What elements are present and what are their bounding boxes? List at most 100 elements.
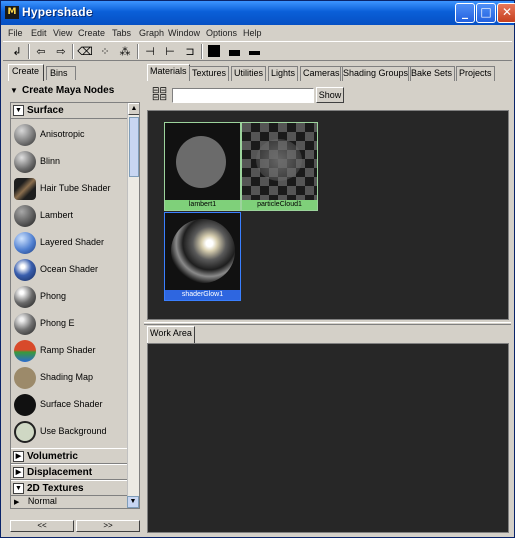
tab-lights[interactable]: Lights (268, 66, 299, 81)
tab-materials[interactable]: Materials (147, 64, 190, 81)
scroll-down-arrow-icon[interactable]: ▼ (127, 496, 139, 508)
collapse-icon: ▼ (13, 483, 24, 494)
pane-splitter[interactable] (144, 322, 511, 325)
hypershade-browser: Materials Textures Utilities Lights Came… (144, 64, 511, 534)
title-bar[interactable]: M Hypershade _ □ ✕ (1, 1, 515, 25)
corner-arrow-icon[interactable]: ↲ (9, 44, 25, 59)
arrow-right-icon[interactable]: ⇨ (53, 44, 69, 59)
expand-icon: ▶ (13, 451, 24, 462)
menu-bar: File Edit View Create Tabs Graph Window … (1, 25, 514, 41)
work-area-tabs: Work Area (144, 326, 511, 343)
small-swatch-icon[interactable] (246, 44, 262, 59)
filter-input[interactable] (172, 88, 314, 103)
tab-bins[interactable]: Bins (46, 66, 76, 80)
tab-create[interactable]: Create (8, 64, 44, 81)
tab-work-area[interactable]: Work Area (147, 326, 195, 343)
graph-network-icon[interactable]: ⁂ (117, 44, 133, 59)
section-2d-textures[interactable]: ▼ 2D Textures (11, 480, 127, 496)
node-list-scrollbar[interactable]: ▲ (127, 103, 139, 508)
eraser-icon[interactable]: ⌫ (77, 44, 93, 59)
node-use-background[interactable]: Use Background (11, 419, 129, 445)
create-bins-tabs: Create Bins (6, 64, 141, 81)
menu-options[interactable]: Options (206, 28, 237, 38)
node-hair-tube-shader[interactable]: Hair Tube Shader (11, 176, 129, 202)
swatch-particlecloud1[interactable]: particleCloud1 (241, 122, 318, 211)
material-preview (242, 123, 317, 200)
filter-toggle-icon[interactable]: ⊟⊟ ⊟⊟ (152, 87, 168, 103)
graph-nodes-icon[interactable]: ⁘ (97, 44, 113, 59)
tab-shading-groups[interactable]: Shading Groups (340, 66, 412, 81)
menu-file[interactable]: File (8, 28, 23, 38)
show-button[interactable]: Show (316, 87, 344, 103)
work-area-canvas[interactable] (147, 343, 509, 533)
material-preview (165, 123, 240, 200)
menu-graph[interactable]: Graph (139, 28, 164, 38)
shader-swatch-icon (14, 124, 36, 146)
section-displacement[interactable]: ▶ Displacement (11, 464, 127, 480)
menu-help[interactable]: Help (243, 28, 262, 38)
node-layered-shader[interactable]: Layered Shader (11, 230, 129, 256)
shader-swatch-icon (14, 205, 36, 227)
create-maya-nodes-header[interactable]: ▼ Create Maya Nodes (6, 82, 141, 100)
swatch-shaderglow1[interactable]: shaderGlow1 (164, 212, 241, 301)
menu-edit[interactable]: Edit (31, 28, 47, 38)
node-phong[interactable]: Phong (11, 284, 129, 310)
toolbar-separator (72, 44, 74, 59)
shader-swatch-icon (14, 286, 36, 308)
hypershade-window: M Hypershade _ □ ✕ File Edit View Create… (0, 0, 515, 538)
shader-swatch-icon (14, 259, 36, 281)
node-phong-e[interactable]: Phong E (11, 311, 129, 337)
maya-app-icon: M (5, 6, 19, 19)
maximize-icon: □ (480, 5, 492, 19)
section-surface[interactable]: ▼ Surface (11, 103, 129, 119)
section-volumetric[interactable]: ▶ Volumetric (11, 448, 127, 464)
menu-view[interactable]: View (53, 28, 72, 38)
sub-item-normal[interactable]: ▶ Normal ▼ (11, 496, 139, 508)
node-ocean-shader[interactable]: Ocean Shader (11, 257, 129, 283)
create-panel: Create Bins ▼ Create Maya Nodes ▼ Surface… (6, 64, 141, 534)
expand-icon: ▶ (14, 499, 20, 506)
tab-utilities[interactable]: Utilities (231, 66, 267, 81)
close-icon: ✕ (501, 5, 513, 19)
maximize-button[interactable]: □ (476, 3, 496, 23)
node-anisotropic[interactable]: Anisotropic (11, 122, 129, 148)
shader-swatch-icon (14, 232, 36, 254)
large-swatch-icon[interactable] (206, 44, 222, 59)
sphere-preview-icon (176, 136, 226, 188)
arrow-left-icon[interactable]: ⇦ (33, 44, 49, 59)
medium-swatch-icon[interactable] (226, 44, 242, 59)
filter-row: ⊟⊟ ⊟⊟ Show (144, 84, 511, 106)
node-list: ▼ Surface Anisotropic Blinn Hair Tube Sh… (10, 102, 140, 509)
tab-textures[interactable]: Textures (189, 66, 230, 81)
close-button[interactable]: ✕ (497, 3, 515, 23)
node-blinn[interactable]: Blinn (11, 149, 129, 175)
node-shading-map[interactable]: Shading Map (11, 365, 129, 391)
minimize-icon: _ (462, 5, 468, 19)
output-connections-icon[interactable]: ⊐ (182, 44, 198, 59)
shader-swatch-icon (14, 394, 36, 416)
browser-tabs: Materials Textures Utilities Lights Came… (144, 64, 511, 81)
tab-projects[interactable]: Projects (456, 66, 495, 81)
materials-view[interactable]: lambert1 particleCloud1 shaderGlow1 (147, 110, 509, 320)
node-lambert[interactable]: Lambert (11, 203, 129, 229)
input-output-icon[interactable]: ⊢ (162, 44, 178, 59)
triangle-down-icon: ▼ (10, 86, 18, 95)
shader-swatch-icon (14, 367, 36, 389)
menu-create[interactable]: Create (78, 28, 105, 38)
toolbar-separator (28, 44, 30, 59)
tab-cameras[interactable]: Cameras (300, 66, 343, 81)
scroll-up-arrow-icon[interactable]: ▲ (128, 103, 139, 115)
nav-next-button[interactable]: >> (76, 520, 140, 532)
menu-window[interactable]: Window (168, 28, 200, 38)
node-surface-shader[interactable]: Surface Shader (11, 392, 129, 418)
minimize-button[interactable]: _ (455, 3, 475, 23)
shader-swatch-icon (14, 340, 36, 362)
input-connections-icon[interactable]: ⊣ (142, 44, 158, 59)
tab-bake-sets[interactable]: Bake Sets (408, 66, 456, 81)
swatch-lambert1[interactable]: lambert1 (164, 122, 241, 211)
glow-preview-icon (171, 219, 235, 283)
scroll-thumb[interactable] (129, 117, 139, 177)
nav-prev-button[interactable]: << (10, 520, 74, 532)
node-ramp-shader[interactable]: Ramp Shader (11, 338, 129, 364)
menu-tabs[interactable]: Tabs (112, 28, 131, 38)
